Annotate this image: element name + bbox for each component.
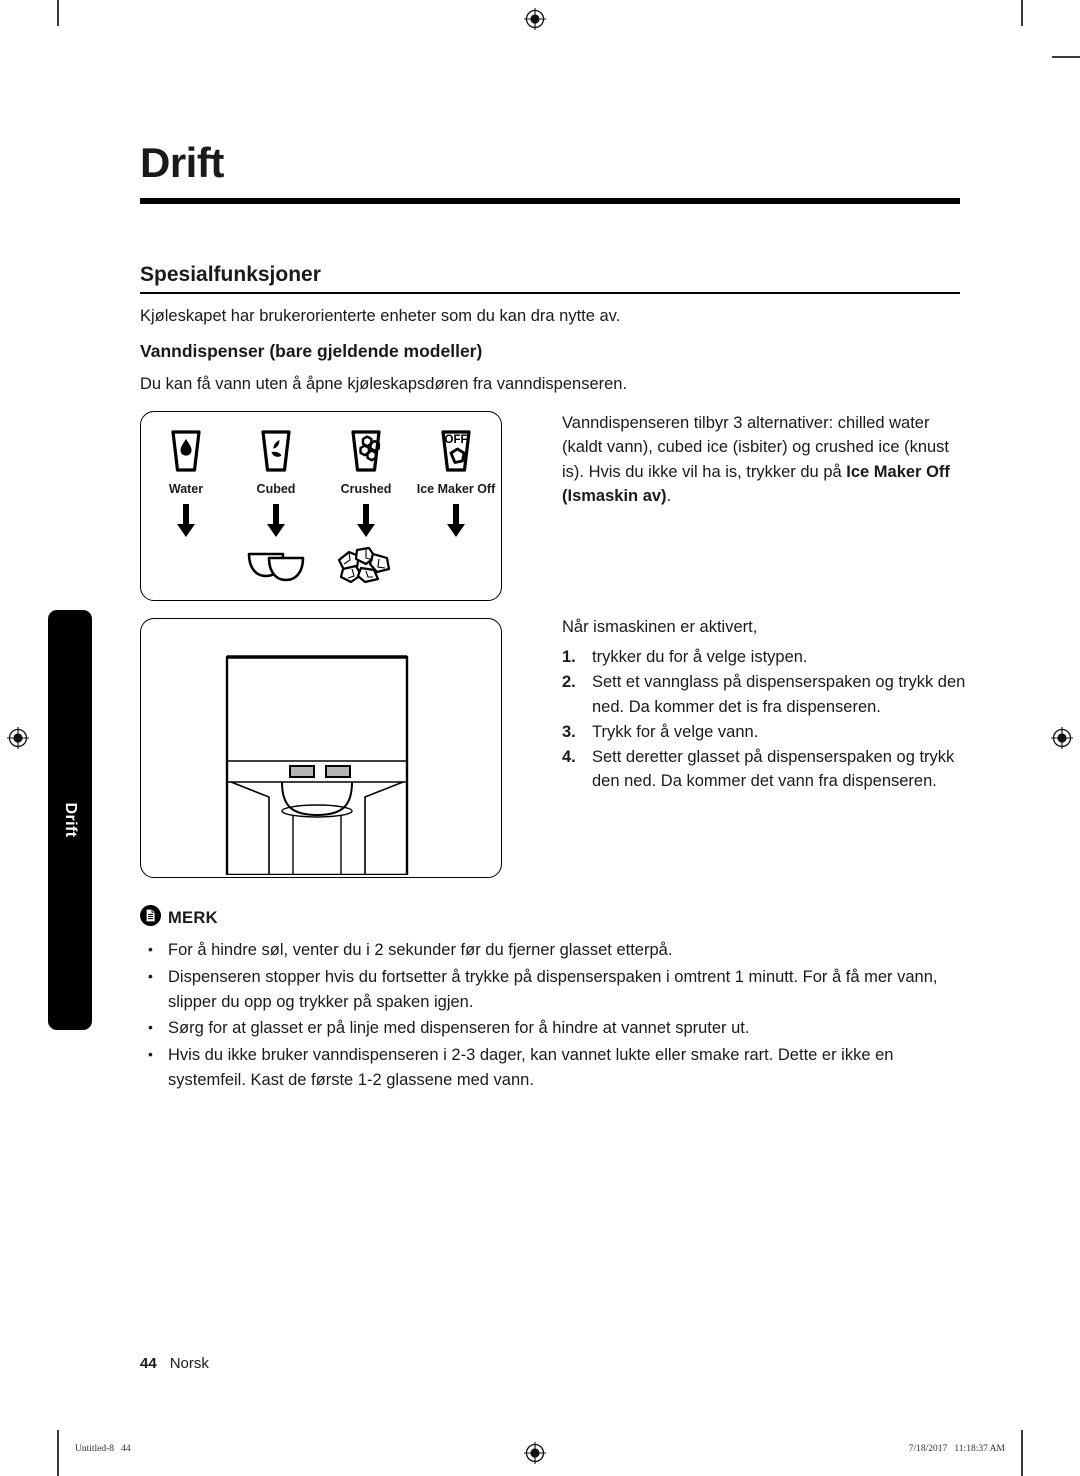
list-item: • For å hindre søl, venter du i 2 sekund… <box>140 938 960 963</box>
note-title: MERK <box>168 908 218 927</box>
page-content: Drift Spesialfunksjoner Kjøleskapet har … <box>140 0 965 1476</box>
print-footer-left: Untitled-8 44 <box>75 1444 131 1454</box>
note-text: For å hindre søl, venter du i 2 sekunder… <box>168 941 673 959</box>
chapter-title: Drift <box>140 139 224 186</box>
print-footer-right: 7/18/2017 11:18:37 AM <box>908 1444 1005 1454</box>
cubed-ice-icon <box>241 546 311 587</box>
note-bullet: • <box>148 1019 153 1036</box>
option-label-ice-maker-off: Ice Maker Off <box>416 482 496 496</box>
list-item: 3. Trykk for å velge vann. <box>562 720 982 744</box>
chapter-side-tab: Drift <box>48 610 92 1030</box>
step-text: Trykk for å velge vann. <box>592 722 759 741</box>
steps-lead-in: Når ismaskinen er aktivert, <box>562 618 758 636</box>
step-number: 4. <box>562 748 576 766</box>
down-arrow-icon <box>355 504 377 543</box>
crop-mark-top-right-vertical <box>1021 0 1023 26</box>
registration-mark-right <box>1051 727 1073 749</box>
option-column-ice-maker-off: OFF Ice Maker Off <box>411 412 501 600</box>
note-bullet: • <box>148 1046 153 1062</box>
crop-mark-bottom-right-vertical <box>1021 1430 1023 1476</box>
step-text: Sett deretter glasset på dispenserspaken… <box>592 748 955 791</box>
step-number: 3. <box>562 722 576 741</box>
crop-mark-top-left-vertical <box>57 0 59 26</box>
down-arrow-icon <box>175 504 197 543</box>
list-item: • Hvis du ikke bruker vanndispenseren i … <box>140 1043 960 1093</box>
down-arrow-icon <box>265 504 287 543</box>
crushed-ice-icon <box>333 546 399 589</box>
page-language: Norsk <box>169 1355 209 1372</box>
chapter-title-rule <box>140 198 960 204</box>
option-label-crushed: Crushed <box>340 482 392 496</box>
step-text: trykker du for å velge istypen. <box>592 648 808 666</box>
chapter-side-tab-label: Drift <box>62 802 79 838</box>
glass-ice-maker-off-icon: OFF <box>430 422 482 483</box>
steps-list: 1. trykker du for å velge istypen. 2. Se… <box>562 645 982 795</box>
crop-mark-bottom-left-vertical <box>57 1430 59 1476</box>
list-item: 1. trykker du for å velge istypen. <box>562 645 982 669</box>
option-column-cubed: Cubed <box>231 412 321 600</box>
glass-crushed-ice-icon <box>342 422 390 483</box>
dispenser-front-view-figure <box>140 618 502 878</box>
note-text: Sørg for at glasset er på linje med disp… <box>168 1019 750 1038</box>
note-document-icon <box>140 905 161 931</box>
list-item: • Dispenseren stopper hvis du fortsetter… <box>140 965 960 1015</box>
dispenser-description: Vanndispenseren tilbyr 3 alternativer: c… <box>562 411 960 508</box>
dispenser-options-figure: Water Cubed Crushed OFF Ice Maker Off <box>140 411 502 601</box>
note-bullet: • <box>148 941 153 957</box>
subsection-title: Vanndispenser (bare gjeldende modeller) <box>140 341 483 361</box>
note-block: MERK • For å hindre søl, venter du i 2 s… <box>140 905 960 1095</box>
option-label-cubed: Cubed <box>256 482 296 496</box>
down-arrow-icon <box>445 504 467 543</box>
dispenser-description-paragraph: Vanndispenseren tilbyr 3 alternativer: c… <box>562 411 960 508</box>
list-item: 2. Sett et vannglass på dispenserspaken … <box>562 670 982 719</box>
note-bullet: • <box>148 967 153 984</box>
step-text: Sett et vannglass på dispenserspaken og … <box>592 673 966 716</box>
list-item: 4. Sett deretter glasset på dispenserspa… <box>562 745 982 794</box>
registration-mark-left <box>7 727 29 749</box>
dispenser-front-view-icon <box>225 655 409 877</box>
desc-part-3: . <box>666 486 672 505</box>
option-column-crushed: Crushed <box>321 412 411 600</box>
list-item: • Sørg for at glasset er på linje med di… <box>140 1016 960 1041</box>
page-footer: 44 Norsk <box>140 1355 209 1372</box>
option-column-water: Water <box>141 412 231 600</box>
crop-mark-top-right-horizontal <box>1052 56 1080 58</box>
step-number: 1. <box>562 648 576 666</box>
glass-water-drop-icon <box>162 422 210 483</box>
option-label-water: Water <box>168 482 204 496</box>
subsection-text: Du kan få vann uten å åpne kjøleskapsdør… <box>140 375 628 393</box>
glass-cubed-ice-icon <box>252 422 300 483</box>
note-header: MERK <box>140 905 960 931</box>
section-title: Spesialfunksjoner <box>140 263 321 286</box>
note-text: Hvis du ikke bruker vanndispenseren i 2-… <box>168 1046 894 1089</box>
section-title-rule <box>140 292 960 294</box>
note-text: Dispenseren stopper hvis du fortsetter å… <box>168 967 938 1011</box>
page-number: 44 <box>140 1355 157 1372</box>
section-intro-text: Kjøleskapet har brukerorienterte enheter… <box>140 307 621 325</box>
step-number: 2. <box>562 673 576 692</box>
svg-text:OFF: OFF <box>445 434 468 446</box>
